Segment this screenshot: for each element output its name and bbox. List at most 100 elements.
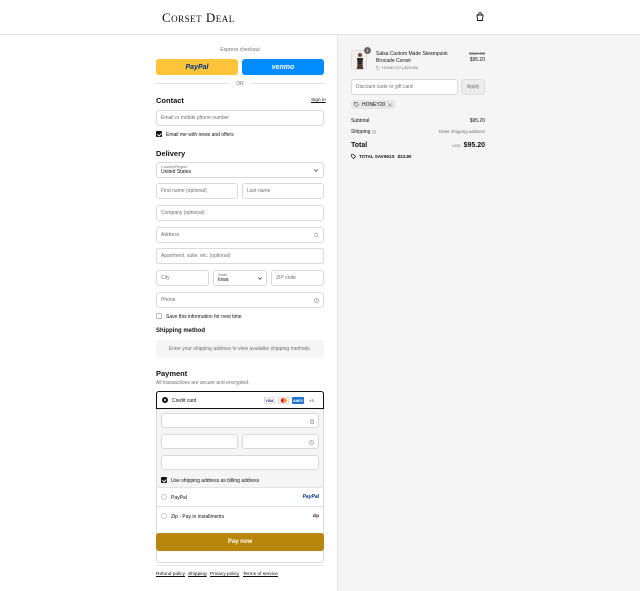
- delivery-title: Delivery: [156, 149, 186, 158]
- sign-in-link[interactable]: Sign in: [311, 98, 326, 103]
- currency-code: USD: [452, 143, 461, 148]
- subtotal-value: $95.20: [469, 118, 485, 124]
- phone-placeholder: Phone: [161, 297, 176, 303]
- item-discount: HONEY20 (-$23.80): [376, 65, 418, 70]
- item-price: $95.20: [469, 57, 485, 63]
- more-cards-badge: +3: [309, 398, 314, 403]
- first-name-field[interactable]: First name (optional): [156, 183, 238, 199]
- total-label: Total: [351, 142, 368, 149]
- card-number-field[interactable]: [161, 413, 319, 428]
- product-image: [352, 51, 366, 69]
- zip-radio[interactable]: [161, 513, 167, 519]
- divider-left: [156, 83, 228, 84]
- mastercard-icon: [278, 397, 289, 404]
- zip-logo: zip: [312, 513, 319, 518]
- express-checkout-title: Express checkout: [220, 47, 260, 53]
- address-field[interactable]: Address: [156, 227, 324, 243]
- checkout-main: Express checkout PayPal venmo OR Contact…: [0, 35, 337, 591]
- privacy-policy-link[interactable]: Privacy policy: [210, 572, 239, 577]
- company-field[interactable]: Company (optional): [156, 205, 324, 221]
- payment-subtitle: All transactions are secure and encrypte…: [156, 380, 250, 386]
- terms-of-service-link[interactable]: Terms of service: [243, 572, 278, 577]
- subtotal-label: Subtotal: [351, 118, 370, 124]
- credit-card-label: Credit card: [172, 397, 197, 404]
- header: Corset Deal: [0, 0, 640, 35]
- search-icon: [314, 233, 319, 238]
- country-value: United States: [161, 169, 192, 175]
- save-info-checkbox[interactable]: [156, 313, 162, 319]
- save-info-label: Save this information for next time: [166, 314, 242, 320]
- pay-now-button[interactable]: Pay now: [156, 533, 324, 551]
- state-select[interactable]: State Iowa: [213, 270, 267, 286]
- security-code-field[interactable]: ?: [242, 434, 319, 449]
- order-summary: 1 Salsa Custom Made Steampunk Brocade Co…: [337, 35, 640, 591]
- quantity-badge: 1: [364, 47, 371, 54]
- address-placeholder: Address: [161, 232, 180, 238]
- tag-icon: [376, 65, 380, 70]
- discount-code-field[interactable]: Discount code or gift card: [351, 79, 458, 95]
- credit-card-radio[interactable]: [162, 397, 168, 403]
- chevron-down-icon: [314, 169, 318, 172]
- paypal-option-label: PayPal: [171, 494, 187, 501]
- refund-policy-link[interactable]: Refund policy: [156, 572, 185, 577]
- email-field[interactable]: Email or mobile phone number: [156, 110, 324, 126]
- venmo-express-button[interactable]: venmo: [242, 59, 324, 75]
- paypal-radio[interactable]: [161, 494, 167, 500]
- city-field[interactable]: City: [156, 270, 209, 286]
- payment-title: Payment: [156, 369, 188, 378]
- card-form: ? Use shipping address as billing addres…: [157, 409, 323, 487]
- paypal-express-button[interactable]: PayPal: [156, 59, 238, 75]
- amex-icon: AMEX: [292, 397, 304, 404]
- discount-tag-code: HONEY20: [362, 101, 386, 108]
- savings-label: TOTAL SAVINGS: [359, 154, 395, 159]
- mastercard-circles: [280, 398, 287, 403]
- total-value: $95.20: [463, 142, 485, 149]
- visa-icon: VISA: [264, 397, 275, 404]
- shipping-label: Shipping: [351, 129, 371, 135]
- chevron-down-icon: [258, 277, 262, 280]
- divider-right: [252, 83, 324, 84]
- or-divider-label: OR: [236, 80, 244, 87]
- original-price: $119.00: [469, 51, 485, 56]
- product-name: Salsa Custom Made Steampunk Brocade Cors…: [376, 51, 448, 64]
- svg-text:?: ?: [311, 440, 313, 444]
- item-discount-text: HONEY20 (-$23.80): [382, 65, 419, 70]
- help-icon[interactable]: ?: [314, 298, 319, 303]
- phone-field[interactable]: Phone ?: [156, 292, 324, 308]
- shipping-row-label: Shipping ?: [351, 129, 377, 135]
- footer-divider: [156, 565, 324, 566]
- help-icon[interactable]: ?: [309, 439, 314, 445]
- tag-icon: [354, 102, 359, 107]
- brand-logo[interactable]: Corset Deal: [162, 10, 235, 26]
- last-name-field[interactable]: Last name: [242, 183, 324, 199]
- apply-button[interactable]: Apply: [461, 79, 485, 95]
- use-shipping-label: Use shipping address as billing address: [171, 477, 260, 484]
- newsletter-checkbox[interactable]: [156, 131, 162, 137]
- contact-title: Contact: [156, 96, 184, 105]
- zip-option-label: Zip - Pay in installments: [171, 513, 225, 520]
- name-on-card-field[interactable]: [161, 455, 319, 470]
- expiration-field[interactable]: [161, 434, 238, 449]
- newsletter-label: Email me with news and offers: [166, 131, 234, 138]
- savings-value: $23.80: [397, 154, 412, 159]
- help-icon[interactable]: ?: [372, 130, 377, 134]
- shipping-notice: Enter your shipping address to view avai…: [156, 340, 324, 358]
- zip-field[interactable]: ZIP code: [271, 270, 324, 286]
- total-savings: TOTAL SAVINGS $23.80: [351, 154, 411, 159]
- discount-tag: HONEY20: [351, 100, 396, 109]
- use-shipping-checkbox[interactable]: [161, 477, 167, 483]
- shipping-method-title: Shipping method: [156, 328, 205, 334]
- shipping-policy-link[interactable]: Shipping: [188, 572, 207, 577]
- country-select[interactable]: Country/Region United States: [156, 162, 324, 178]
- credit-card-option[interactable]: Credit card VISA AMEX +3: [156, 391, 324, 409]
- close-icon[interactable]: [388, 102, 393, 107]
- paypal-option[interactable]: PayPal PayPal: [157, 488, 323, 506]
- svg-text:?: ?: [316, 299, 318, 303]
- tag-icon: [351, 154, 356, 159]
- zip-option[interactable]: Zip - Pay in installments zip: [157, 507, 323, 525]
- shipping-value: Enter shipping address: [438, 129, 485, 134]
- total-amount: USD $95.20: [452, 142, 485, 149]
- cart-icon[interactable]: [476, 12, 484, 21]
- apartment-field[interactable]: Apartment, suite, etc. (optional): [156, 248, 324, 264]
- paypal-logo: PayPal: [302, 494, 319, 500]
